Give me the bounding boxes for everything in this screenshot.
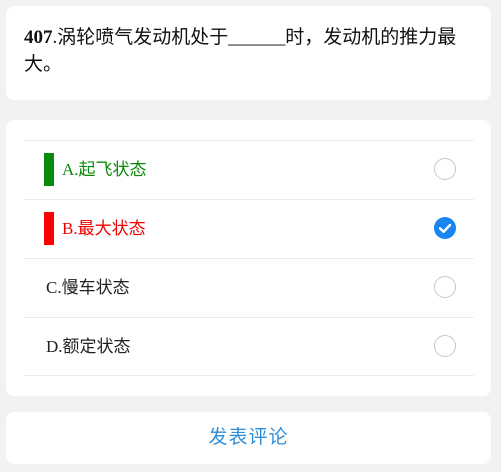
option-c-label: C.慢车状态 <box>46 278 130 297</box>
correct-marker-bar <box>44 153 54 186</box>
checked-circle-icon[interactable] <box>434 217 456 239</box>
question-text: 407.涡轮喷气发动机处于______时，发动机的推力最大。 <box>24 24 474 78</box>
option-b[interactable]: B.最大状态 <box>24 199 474 258</box>
comment-card: 发表评论 <box>6 412 491 464</box>
empty-circle-icon[interactable] <box>434 276 456 298</box>
option-a[interactable]: A.起飞状态 <box>24 140 474 199</box>
post-comment-button[interactable]: 发表评论 <box>6 412 491 464</box>
wrong-marker-bar <box>44 212 54 245</box>
option-c[interactable]: C.慢车状态 <box>24 258 474 317</box>
empty-circle-icon[interactable] <box>434 158 456 180</box>
question-stem: .涡轮喷气发动机处于______时，发动机的推力最大。 <box>24 27 457 75</box>
empty-circle-icon[interactable] <box>434 335 456 357</box>
option-a-label: A.起飞状态 <box>62 160 147 179</box>
option-d-label: D.额定状态 <box>46 337 131 356</box>
option-b-label: B.最大状态 <box>62 219 146 238</box>
option-d[interactable]: D.额定状态 <box>24 317 474 376</box>
question-card: 407.涡轮喷气发动机处于______时，发动机的推力最大。 <box>6 6 491 100</box>
question-number: 407 <box>24 27 53 48</box>
options-card: A.起飞状态 B.最大状态 C.慢车状态 D.额定状态 <box>6 120 491 396</box>
